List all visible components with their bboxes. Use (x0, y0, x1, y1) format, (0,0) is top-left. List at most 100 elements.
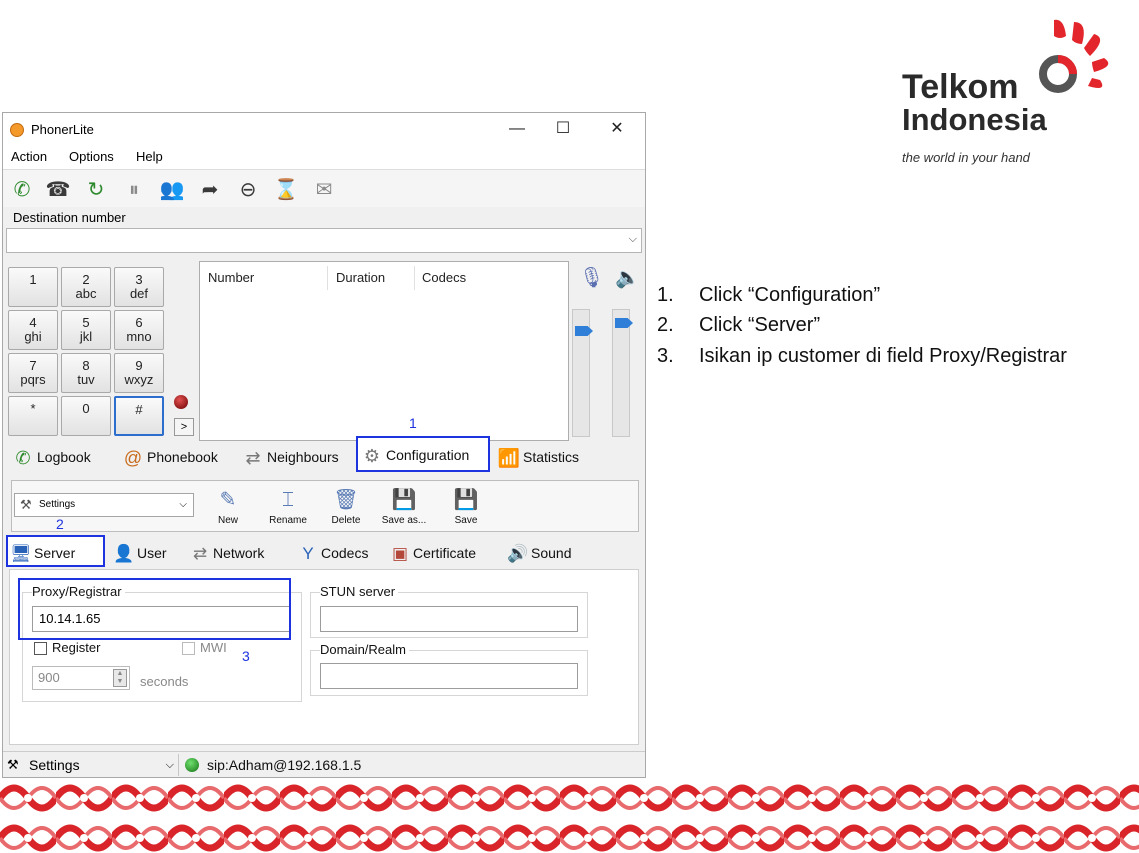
keypad-more-button[interactable]: > (174, 418, 194, 436)
brand-tagline: the world in your hand (902, 150, 1030, 165)
conference-icon[interactable]: 👥 (159, 177, 185, 203)
key-8[interactable]: 8 tuv (61, 353, 111, 393)
transfer-icon[interactable]: ➦ (197, 177, 223, 203)
delete-profile-button[interactable]: 🗑 Delete (320, 485, 372, 526)
status-bar: ⚒ Settings ⌵ sip:Adham@192.168.1.5 (3, 751, 645, 777)
column-divider (327, 266, 328, 290)
mwi-checkbox[interactable] (182, 642, 195, 655)
key-7[interactable]: 7 pqrs (8, 353, 58, 393)
tab-sound[interactable]: 🔊 Sound (505, 537, 571, 569)
menu-action[interactable]: Action (11, 149, 47, 164)
chevron-down-icon[interactable]: ⌵ (166, 754, 174, 776)
save-icon: 💾 (453, 489, 479, 511)
stun-server-input[interactable] (320, 606, 578, 632)
tab-configuration[interactable]: ⚙ Configuration (356, 436, 490, 472)
record-icon[interactable] (174, 395, 188, 409)
hangup-icon[interactable]: ⊖ (235, 177, 261, 203)
step-3: 3. Isikan ip customer di field Proxy/Regi… (657, 345, 1067, 367)
window-title: PhonerLite (31, 122, 94, 137)
slider-thumb[interactable] (615, 318, 633, 328)
register-interval-stepper[interactable]: 900 ▲ ▼ (32, 666, 130, 690)
settings-icon: ⚒ (7, 757, 19, 772)
save-profile-button[interactable]: 💾 Save (440, 485, 492, 526)
menu-help[interactable]: Help (136, 149, 163, 164)
key-2[interactable]: 2 abc (61, 267, 111, 307)
save-as-icon: 💾 (391, 489, 417, 511)
column-duration[interactable]: Duration (336, 270, 385, 285)
column-codecs[interactable]: Codecs (422, 270, 466, 285)
stun-label: STUN server (320, 584, 399, 599)
call-toolbar: ✆ ☎ ↻ ⏸ 👥 ➦ ⊖ ⌛ ✉ (3, 169, 645, 207)
key-5[interactable]: 5 jkl (61, 310, 111, 350)
column-number[interactable]: Number (208, 270, 254, 285)
phonerlite-window: PhonerLite — ☐ ✕ Action Options Help ✆ ☎… (2, 112, 646, 778)
microphone-mute-icon[interactable]: 🎙 (579, 265, 604, 290)
key-6[interactable]: 6 mno (114, 310, 164, 350)
tab-user[interactable]: 👤 User (111, 537, 166, 569)
tab-phonebook[interactable]: @ Phonebook (119, 440, 218, 474)
chevron-down-icon[interactable]: ⌵ (179, 494, 187, 516)
register-checkbox[interactable] (34, 642, 47, 655)
stepper-arrows-icon[interactable]: ▲ ▼ (113, 669, 127, 687)
annotation-2: 2 (56, 516, 64, 532)
annotation-3: 3 (242, 648, 250, 664)
new-profile-button[interactable]: ✎ New (202, 485, 254, 526)
destination-label: Destination number (13, 210, 126, 225)
menu-bar: Action Options Help (3, 145, 645, 169)
profile-toolbar: ⚒ Settings ⌵ ✎ New ⌶ Rename 🗑 Delete 💾 Save … (11, 480, 639, 532)
mwi-label: MWI (200, 640, 227, 655)
tab-certificate[interactable]: ▣ Certificate (387, 537, 476, 569)
slider-thumb[interactable] (575, 326, 593, 336)
key-1[interactable]: 1 (8, 267, 58, 307)
chevron-down-icon[interactable]: ⌵ (629, 233, 637, 246)
highlight-box (18, 578, 291, 640)
key-hash[interactable]: # (114, 396, 164, 436)
microphone-volume-slider[interactable] (572, 309, 593, 437)
close-button[interactable]: ✕ (597, 117, 637, 141)
registration-status-icon (185, 758, 199, 772)
codecs-icon: Y (302, 544, 314, 564)
gear-icon: ⚙ (363, 446, 381, 467)
save-as-profile-button[interactable]: 💾 Save as... (378, 485, 430, 526)
statistics-icon: 📶 (497, 448, 521, 469)
destination-input[interactable]: ⌵ (6, 228, 642, 253)
hold-icon[interactable]: ⏸ (121, 177, 147, 203)
callwait-icon[interactable]: ⌛ (273, 177, 299, 203)
trash-icon: 🗑 (333, 489, 359, 511)
column-divider (414, 266, 415, 290)
menu-options[interactable]: Options (69, 149, 114, 164)
step-1: 1. Click “Configuration” (657, 284, 881, 306)
status-profile-select[interactable]: ⚒ Settings ⌵ (3, 754, 179, 776)
sound-icon: 🔊 (507, 544, 529, 564)
domain-label: Domain/Realm (320, 642, 409, 657)
tab-codecs[interactable]: Y Codecs (295, 537, 368, 569)
speaker-mute-icon[interactable]: 🔈 (615, 265, 640, 290)
tab-network[interactable]: ⇄ Network (187, 537, 264, 569)
certificate-icon: ▣ (391, 544, 409, 564)
redial-icon[interactable]: ↻ (83, 177, 109, 203)
tab-server[interactable]: 🖥 Server (6, 535, 105, 567)
tab-neighbours[interactable]: ⇄ Neighbours (239, 440, 338, 474)
profile-select[interactable]: ⚒ Settings ⌵ (14, 493, 194, 517)
tab-statistics[interactable]: 📶 Statistics (495, 440, 579, 474)
app-icon (10, 123, 24, 137)
voicemail-icon[interactable]: ✉ (311, 177, 337, 203)
minimize-button[interactable]: — (497, 117, 537, 141)
user-icon: 👤 (113, 544, 135, 564)
key-0[interactable]: 0 (61, 396, 111, 436)
speaker-volume-slider[interactable] (612, 309, 633, 437)
call-list[interactable]: Number Duration Codecs (199, 261, 569, 441)
neighbours-icon: ⇄ (245, 448, 261, 469)
phonebook-icon: @ (123, 448, 143, 469)
key-star[interactable]: * (8, 396, 58, 436)
maximize-button[interactable]: ☐ (543, 117, 583, 141)
domain-realm-input[interactable] (320, 663, 578, 689)
call-icon[interactable]: ✆ (9, 177, 35, 203)
key-4[interactable]: 4 ghi (8, 310, 58, 350)
tab-logbook[interactable]: ✆ Logbook (9, 440, 90, 474)
key-3[interactable]: 3 def (114, 267, 164, 307)
brand-line2: Indonesia (902, 102, 1047, 137)
rename-profile-button[interactable]: ⌶ Rename (262, 485, 314, 526)
key-9[interactable]: 9 wxyz (114, 353, 164, 393)
answer-icon[interactable]: ☎ (45, 177, 71, 203)
